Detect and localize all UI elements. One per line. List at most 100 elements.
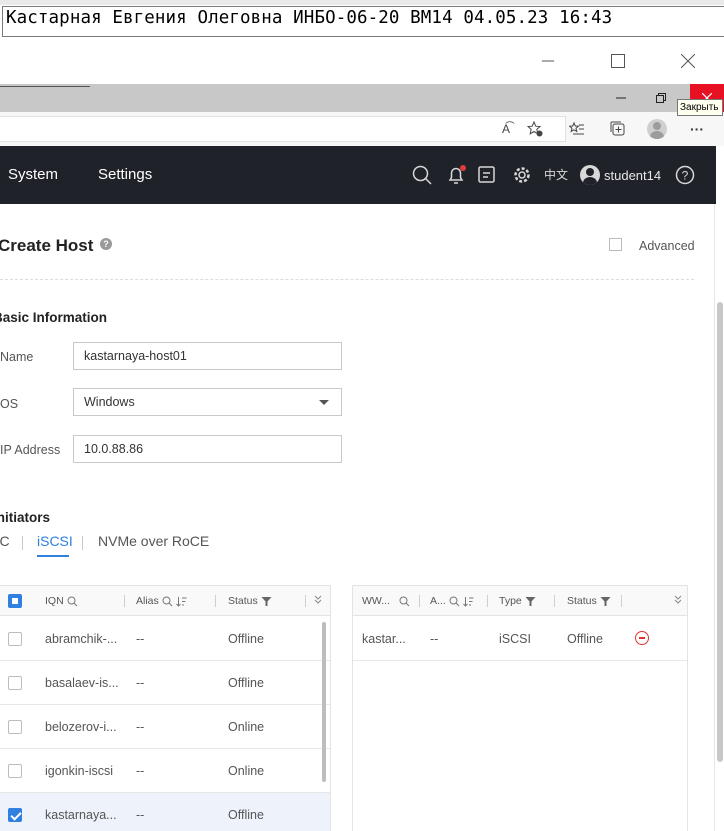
user-avatar-icon [580,165,600,185]
search-icon[interactable] [162,596,173,607]
column-settings-chevron-icon[interactable] [674,595,682,605]
table-row[interactable]: igonkin-iscsi -- Online [0,749,330,793]
sort-icon[interactable] [175,596,187,607]
column-separator [487,595,488,607]
table-row[interactable]: abramchik-... -- Offline [0,617,330,661]
outer-window-titlebar [0,38,724,84]
column-separator [305,595,306,607]
page-scrollbar[interactable] [714,204,724,831]
svg-text:?: ? [682,169,689,183]
filter-icon[interactable] [600,596,611,607]
nav-item-system[interactable]: System [8,166,58,183]
language-switch[interactable]: 中文 [544,166,568,183]
more-icon: ··· [690,121,704,137]
cell-iqn: igonkin-iscsi [45,764,114,778]
os-label: OS [0,397,19,411]
search-icon[interactable] [67,596,78,607]
row-checkbox[interactable] [8,676,22,690]
filter-icon[interactable] [525,596,536,607]
select-all-checkbox[interactable] [8,594,22,608]
cell-iqn: basalaev-is... [45,676,119,690]
column-status[interactable]: Status [228,595,272,607]
table-row-selected[interactable]: kastarnaya... -- Offline [0,793,330,831]
browser-restore-button[interactable] [644,84,678,112]
column-status[interactable]: Status [567,595,611,607]
row-checkbox[interactable] [8,632,22,646]
read-aloud-button[interactable]: A͡ [492,116,520,142]
tab-separator [82,536,83,550]
table-scrollbar[interactable] [322,622,326,782]
page-scrollbar-thumb[interactable] [717,302,723,762]
cell-wwn: kastar... [362,632,406,646]
profile-avatar-icon [647,119,667,139]
table-header: WW... A... Type Status [353,586,687,616]
ip-input[interactable]: 10.0.88.86 [73,435,342,463]
os-select[interactable]: Windows [73,388,342,416]
help-icon[interactable]: ? [673,163,697,187]
advanced-checkbox[interactable] [609,238,622,251]
row-checkbox[interactable] [8,720,22,734]
question-help-icon[interactable]: ? [100,238,112,250]
selected-initiators-table: WW... A... Type Status kastar... -- iSCS… [352,585,688,831]
available-initiators-table: IQN Alias Status abramchik-... -- Offlin… [0,585,331,831]
caption-text-bar: Кастарная Евгения Олеговна ИНБО-06-20 ВМ… [0,0,724,38]
task-list-icon[interactable] [475,163,499,187]
cell-alias: -- [136,676,145,690]
name-label: Name [0,350,34,364]
alarm-bell-icon[interactable] [444,163,468,187]
browser-titlebar [0,84,724,112]
chevron-down-icon [319,400,329,405]
active-tab-underline [37,555,69,557]
table-row[interactable]: belozerov-i... -- Online [0,705,330,749]
star-add-icon [527,121,543,137]
column-settings-chevron-icon[interactable] [314,595,322,605]
search-icon[interactable] [399,596,410,607]
table-row[interactable]: kastar... -- iSCSI Offline [353,617,687,661]
caption-text: Кастарная Евгения Олеговна ИНБО-06-20 ВМ… [6,8,613,28]
top-strip [0,0,724,5]
column-separator [621,595,622,607]
column-separator [419,595,420,607]
favorites-icon [569,121,584,135]
column-alias[interactable]: Alias [136,595,187,607]
outer-minimize-button[interactable] [525,38,571,84]
column-iqn[interactable]: IQN [45,595,78,607]
row-checkbox[interactable] [8,764,22,778]
collections-button[interactable] [604,116,632,142]
browser-minimize-button[interactable] [604,84,638,112]
sort-icon[interactable] [462,596,474,607]
tab-iscsi[interactable]: iSCSI [37,533,73,557]
tab-fc[interactable]: FC [0,533,10,549]
column-type[interactable]: Type [499,595,536,607]
restore-icon [656,93,666,103]
filter-icon[interactable] [261,596,272,607]
profile-button[interactable] [643,116,671,142]
search-icon[interactable] [449,596,460,607]
cell-alias: -- [136,720,145,734]
user-menu[interactable]: student14 [580,162,661,188]
close-icon [681,54,695,68]
add-favorite-button[interactable] [521,116,549,142]
row-checkbox-checked[interactable] [8,808,22,822]
column-wwn[interactable]: WW... [362,595,410,607]
outer-close-button[interactable] [665,38,711,84]
table-row[interactable]: basalaev-is... -- Offline [0,661,330,705]
address-field[interactable] [0,116,566,142]
gear-icon[interactable] [510,163,534,187]
search-icon[interactable] [410,163,434,187]
minimize-icon [616,97,626,99]
outer-maximize-button[interactable] [595,38,641,84]
close-tooltip: Закрыть [677,99,723,116]
cell-iqn: abramchik-... [45,632,118,646]
cell-status: Online [228,764,265,778]
cell-alias: -- [136,764,145,778]
tab-nvme-over-roce[interactable]: NVMe over RoCE [98,533,209,549]
name-input[interactable]: kastarnaya-host01 [73,342,342,370]
settings-more-button[interactable]: ··· [683,116,711,142]
column-alias[interactable]: A... [430,595,474,607]
favorites-button[interactable] [563,116,591,142]
alarm-badge [460,165,466,171]
remove-circle-icon[interactable] [635,631,649,645]
nav-item-settings[interactable]: Settings [98,166,152,183]
maximize-icon [611,54,625,68]
